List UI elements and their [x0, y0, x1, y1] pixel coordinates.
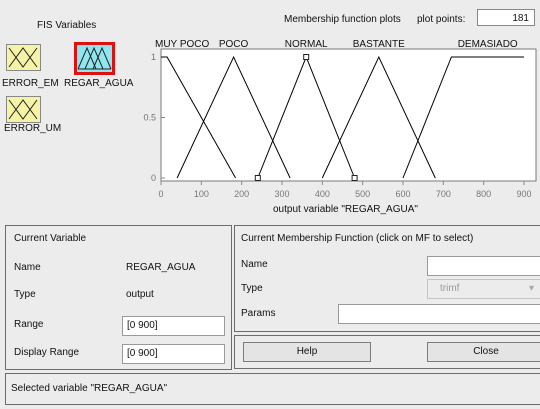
mf-label[interactable]: POCO [219, 39, 249, 50]
plot-area[interactable] [160, 48, 537, 182]
variable-name-value: REGAR_AGUA [126, 262, 196, 273]
status-bar: Selected variable "REGAR_AGUA" [5, 373, 540, 405]
y-tick-label: 0.5 [143, 113, 156, 123]
x-tick-label: 700 [436, 189, 451, 199]
x-tick-label: 300 [274, 189, 289, 199]
mf-handle[interactable] [254, 175, 261, 181]
current-variable-panel: Current Variable Name REGAR_AGUA Type ou… [5, 225, 232, 370]
mf-label[interactable]: BASTANTE [353, 39, 405, 50]
x-tick-label: 600 [395, 189, 410, 199]
variable-type-value: output [126, 289, 154, 300]
mf-label[interactable]: DEMASIADO [458, 39, 518, 50]
mf-label[interactable]: MUY POCO [155, 39, 209, 50]
current-mf-title: Current Membership Function (click on MF… [241, 233, 474, 244]
chevron-down-icon: ▾ [528, 283, 534, 294]
display-range-input[interactable]: [0 900] [122, 344, 225, 364]
membership-function-chart[interactable]: 0 0.5 1 0 100 200 300 400 500 600 700 800 900 MUY P… [0, 0, 540, 215]
button-panel: Help Close [234, 335, 540, 369]
status-text: Selected variable "REGAR_AGUA" [11, 383, 168, 394]
mf-handle[interactable] [351, 175, 358, 181]
current-mf-panel: Current Membership Function (click on MF… [234, 225, 540, 332]
variable-name-label: Name [14, 262, 41, 273]
y-tick-label: 1 [151, 52, 156, 62]
x-tick-label: 800 [476, 189, 491, 199]
mf-type-label: Type [241, 283, 263, 294]
mf-params-label: Params [241, 308, 276, 319]
help-button[interactable]: Help [243, 342, 371, 362]
y-tick-label: 0 [151, 173, 156, 183]
x-tick-label: 400 [315, 189, 330, 199]
x-tick-label: 0 [158, 189, 163, 199]
mf-name-input[interactable] [427, 256, 540, 276]
display-range-label: Display Range [14, 347, 80, 358]
mf-type-select[interactable]: trimf ▾ [427, 279, 540, 299]
mf-name-label: Name [241, 259, 268, 270]
variable-type-label: Type [14, 289, 36, 300]
mf-handle[interactable] [303, 54, 310, 60]
close-button[interactable]: Close [427, 342, 540, 362]
range-label: Range [14, 319, 44, 330]
x-axis-label: output variable "REGAR_AGUA" [273, 204, 418, 215]
mf-type-value: trimf [440, 283, 460, 294]
x-tick-label: 200 [234, 189, 249, 199]
x-tick-label: 900 [516, 189, 531, 199]
x-tick-label: 100 [194, 189, 209, 199]
x-tick-label: 500 [355, 189, 370, 199]
mf-params-input[interactable] [338, 304, 540, 324]
current-variable-title: Current Variable [14, 233, 87, 244]
mf-label[interactable]: NORMAL [285, 39, 328, 50]
range-input[interactable]: [0 900] [122, 316, 225, 336]
